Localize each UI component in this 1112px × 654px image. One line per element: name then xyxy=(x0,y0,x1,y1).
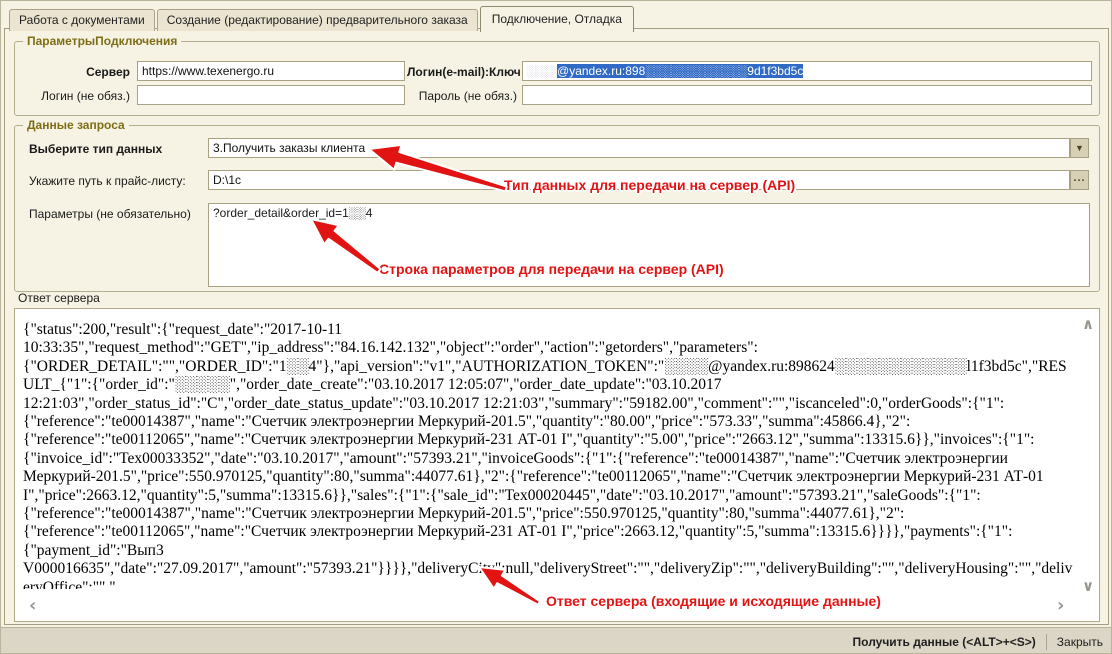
price-list-path-label: Укажите путь к прайс-листу: xyxy=(29,174,186,188)
get-data-button[interactable]: Получить данные (<ALT>+<S>) xyxy=(843,635,1046,649)
data-type-dropdown-button[interactable]: ▼ xyxy=(1070,138,1089,158)
server-label: Сервер xyxy=(45,65,130,79)
bottom-command-bar: Получить данные (<ALT>+<S>) Закрыть xyxy=(1,627,1112,654)
scroll-left-icon[interactable]: ‹ xyxy=(29,597,36,615)
annotation-params: Строка параметров для передачи на сервер… xyxy=(379,261,724,277)
request-group-title: Данные запроса xyxy=(23,118,129,132)
tab-strip: Работа с документами Создание (редактиро… xyxy=(9,5,634,31)
key-selected-text: @yandex.ru:898░░░░░░░░░░░░9d1f3bd5c xyxy=(557,64,803,78)
login-input[interactable] xyxy=(137,85,405,105)
tab-create-preorder[interactable]: Создание (редактирование) предварительно… xyxy=(157,9,478,31)
scroll-down-icon[interactable]: ∨ xyxy=(1082,579,1094,594)
data-type-combobox[interactable]: 3.Получить заказы клиента xyxy=(208,138,1070,158)
scroll-right-icon[interactable]: › xyxy=(1057,597,1064,615)
scroll-up-icon[interactable]: ∧ xyxy=(1082,317,1094,332)
data-type-label: Выберите тип данных xyxy=(29,142,162,156)
key-redacted-prefix: ░░░░ xyxy=(527,64,557,78)
browse-path-button[interactable]: ... xyxy=(1070,170,1089,190)
tab-connection-debug[interactable]: Подключение, Отладка xyxy=(480,6,634,32)
connection-group-title: ПараметрыПодключения xyxy=(23,34,181,48)
tab-page-panel: ПараметрыПодключения Сервер Логин(e-mail… xyxy=(4,28,1109,625)
key-label: Логин(e-mail):Ключ xyxy=(407,65,517,79)
parameters-label: Параметры (не обязательно) xyxy=(29,207,191,221)
annotation-response: Ответ сервера (входящие и исходящие данн… xyxy=(546,593,881,609)
login-label: Логин (не обяз.) xyxy=(33,89,130,103)
app-window: Работа с документами Создание (редактиро… xyxy=(0,0,1112,654)
close-button[interactable]: Закрыть xyxy=(1047,635,1112,649)
server-response-text: {"status":200,"result":{"request_date":"… xyxy=(23,321,1075,589)
server-input[interactable] xyxy=(137,61,405,81)
password-label: Пароль (не обяз.) xyxy=(410,89,517,103)
ellipsis-icon: ... xyxy=(1073,173,1085,184)
data-type-value: 3.Получить заказы клиента xyxy=(213,141,365,155)
password-input[interactable] xyxy=(522,85,1092,105)
key-input[interactable]: ░░░░@yandex.ru:898░░░░░░░░░░░░9d1f3bd5c xyxy=(522,61,1092,81)
server-response-box[interactable]: {"status":200,"result":{"request_date":"… xyxy=(14,308,1100,622)
tab-work-with-documents[interactable]: Работа с документами xyxy=(9,9,155,31)
annotation-data-type: Тип данных для передачи на сервер (API) xyxy=(504,177,795,193)
connection-parameters-group: ПараметрыПодключения Сервер Логин(e-mail… xyxy=(14,41,1100,116)
server-response-label: Ответ сервера xyxy=(18,291,100,305)
chevron-down-icon: ▼ xyxy=(1075,144,1084,153)
